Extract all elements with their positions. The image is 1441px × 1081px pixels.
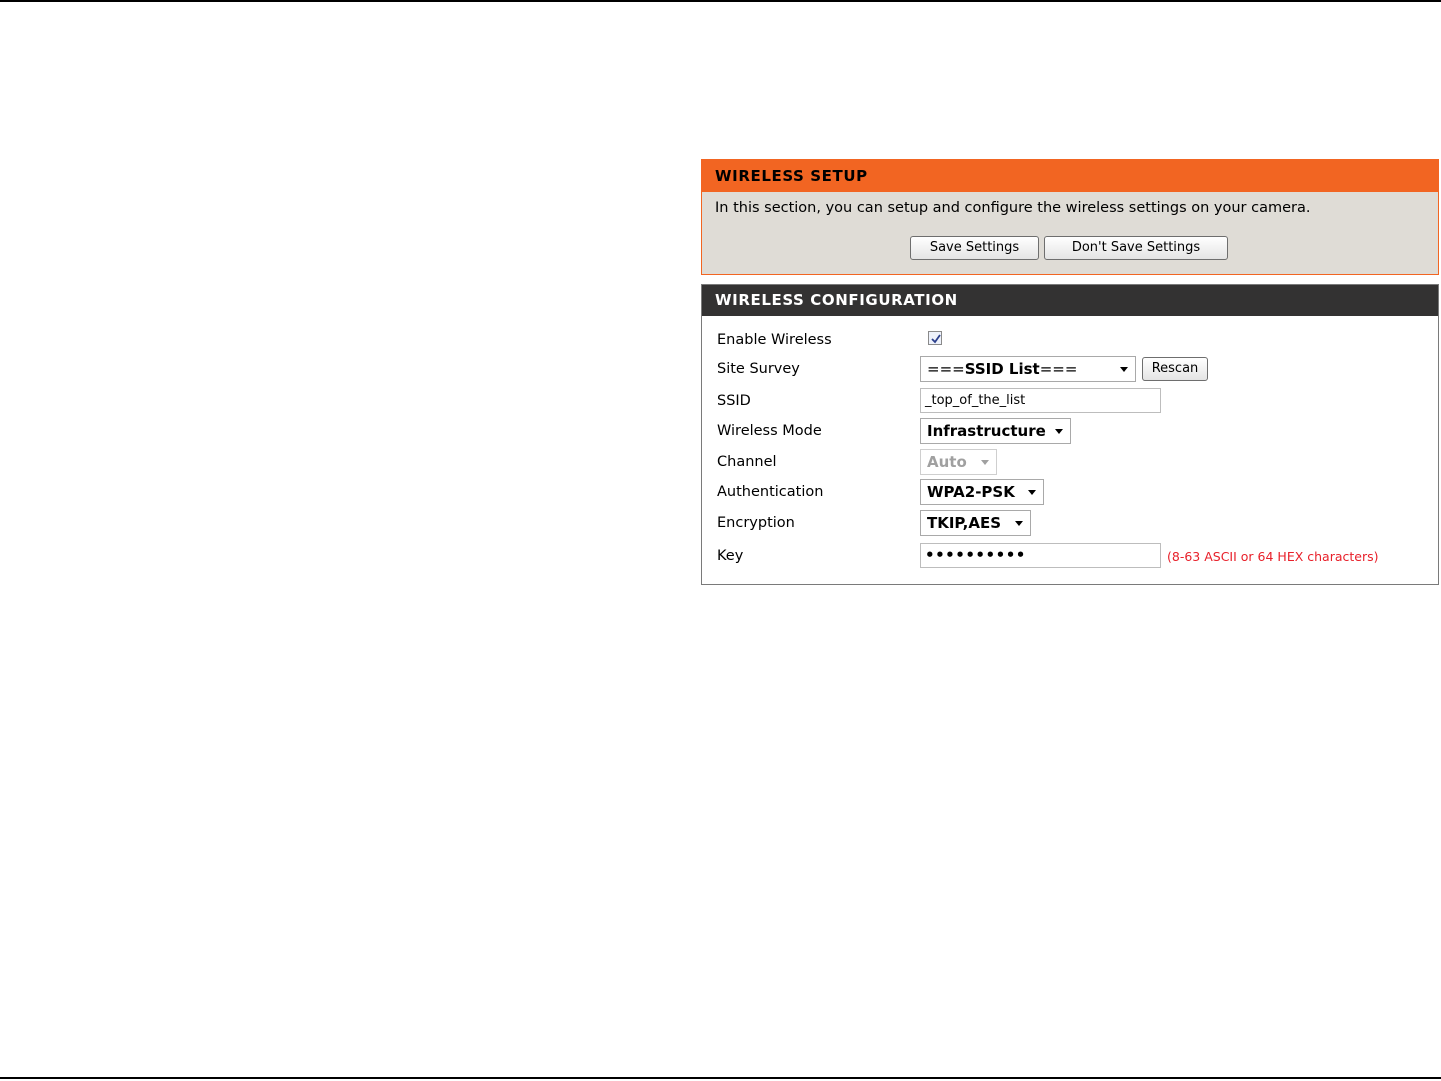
- key-label: Key: [717, 548, 744, 564]
- bottom-rule: [0, 1077, 1441, 1079]
- dont-save-settings-button[interactable]: Don't Save Settings: [1044, 236, 1228, 260]
- row-site-survey: Site Survey ===SSID List=== Rescan: [702, 356, 1438, 382]
- ssid-label: SSID: [717, 393, 751, 409]
- site-survey-select[interactable]: ===SSID List===: [920, 356, 1136, 382]
- save-settings-button[interactable]: Save Settings: [910, 236, 1039, 260]
- wireless-setup-title: WIRELESS SETUP: [702, 160, 1438, 192]
- site-survey-label: Site Survey: [717, 361, 800, 377]
- key-hint-text: (8-63 ASCII or 64 HEX characters): [1167, 549, 1379, 564]
- authentication-value: WPA2-PSK: [927, 483, 1015, 501]
- key-input[interactable]: ••••••••••: [920, 543, 1161, 568]
- wireless-mode-value: Infrastructure: [927, 422, 1046, 440]
- rescan-button[interactable]: Rescan: [1142, 357, 1208, 381]
- authentication-label: Authentication: [717, 484, 824, 500]
- channel-value: Auto: [927, 453, 967, 471]
- row-key: Key •••••••••• (8-63 ASCII or 64 HEX cha…: [702, 543, 1438, 569]
- channel-select[interactable]: Auto: [920, 449, 997, 475]
- enable-wireless-label: Enable Wireless: [717, 332, 832, 348]
- encryption-label: Encryption: [717, 515, 795, 531]
- top-rule: [0, 0, 1441, 2]
- encryption-select[interactable]: TKIP,AES: [920, 510, 1031, 536]
- chevron-down-icon: [1028, 490, 1036, 495]
- ssid-input[interactable]: _top_of_the_list: [920, 388, 1161, 413]
- authentication-select[interactable]: WPA2-PSK: [920, 479, 1044, 505]
- wireless-setup-description: In this section, you can setup and confi…: [715, 200, 1311, 216]
- ssid-list-suffix: ===: [1039, 360, 1078, 378]
- chevron-down-icon: [1120, 367, 1128, 372]
- ssid-list-prefix: ===: [927, 360, 965, 378]
- row-channel: Channel Auto: [702, 449, 1438, 475]
- chevron-down-icon: [1015, 521, 1023, 526]
- wireless-configuration-title: WIRELESS CONFIGURATION: [702, 285, 1438, 316]
- enable-wireless-checkbox[interactable]: [928, 331, 942, 345]
- row-encryption: Encryption TKIP,AES: [702, 510, 1438, 536]
- wireless-mode-select[interactable]: Infrastructure: [920, 418, 1071, 444]
- wireless-mode-label: Wireless Mode: [717, 423, 822, 439]
- row-authentication: Authentication WPA2-PSK: [702, 479, 1438, 505]
- ssid-list-selected: SSID List: [964, 360, 1040, 378]
- setup-button-group: Save Settings Don't Save Settings: [910, 236, 1228, 260]
- row-ssid: SSID _top_of_the_list: [702, 388, 1438, 414]
- channel-label: Channel: [717, 454, 777, 470]
- row-wireless-mode: Wireless Mode Infrastructure: [702, 418, 1438, 444]
- chevron-down-icon: [981, 460, 989, 465]
- encryption-value: TKIP,AES: [927, 514, 1002, 532]
- chevron-down-icon: [1055, 429, 1063, 434]
- checkmark-icon: [931, 334, 941, 344]
- row-enable-wireless: Enable Wireless: [702, 327, 1438, 353]
- wireless-configuration-panel: WIRELESS CONFIGURATION Enable Wireless S…: [701, 284, 1439, 585]
- wireless-setup-panel: WIRELESS SETUP In this section, you can …: [701, 159, 1439, 275]
